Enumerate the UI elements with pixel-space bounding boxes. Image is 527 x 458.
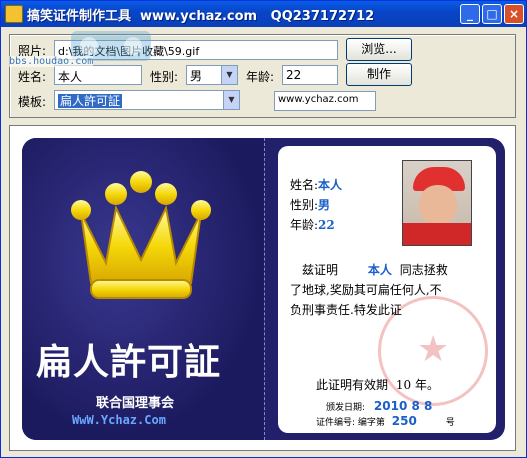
card-name-row: 姓名:本人 — [290, 176, 342, 193]
card-left-panel: 扁人許可証 联合国理事会 WwW.Ychaz.Com — [22, 138, 264, 440]
card-age-value: 22 — [318, 218, 335, 232]
gender-label: 性别: — [150, 70, 179, 84]
watermark-url: bbs.houdao.com — [9, 56, 94, 67]
chevron-down-icon[interactable]: ▼ — [223, 91, 239, 109]
app-window: 搞笑证件制作工具 www.ychaz.com QQ237172712 _ □ ×… — [0, 0, 527, 458]
site-field[interactable]: www.ychaz.com — [274, 91, 376, 111]
make-button[interactable]: 制作 — [346, 63, 412, 86]
name-label: 姓名: — [18, 70, 47, 84]
cert-prefix: 兹证明 — [302, 263, 339, 277]
card-gender-label: 性别: — [290, 198, 319, 212]
template-select[interactable]: 扁人許可証 ▼ — [54, 90, 240, 110]
validity-prefix: 此证明有效期 — [316, 378, 389, 392]
app-icon — [5, 5, 23, 23]
number-suffix: 号 — [445, 418, 455, 428]
title-bar[interactable]: 搞笑证件制作工具 www.ychaz.com QQ237172712 _ □ × — [1, 1, 526, 27]
number-row: 证件编号: 编字第 250 号 — [316, 414, 455, 428]
card-url: WwW.Ychaz.Com — [72, 413, 166, 427]
card-photo — [402, 160, 472, 246]
card-name-value: 本人 — [318, 178, 343, 192]
card-preview: 扁人許可証 联合国理事会 WwW.Ychaz.Com 姓名:本人 性别:男 年龄… — [9, 125, 516, 451]
age-label: 年龄: — [246, 70, 275, 84]
cert-line-2: 了地球,奖励其可扁任何人,不 — [290, 283, 442, 297]
number-label: 证件编号: 编字第 — [316, 418, 385, 428]
cert-line-1: 兹证明 本人 同志拯救 — [290, 260, 490, 280]
chevron-down-icon[interactable]: ▼ — [221, 66, 237, 84]
cert-text-1: 同志拯救 — [399, 263, 448, 277]
card-gender-value: 男 — [318, 198, 331, 212]
certificate-text: 兹证明 本人 同志拯救 了地球,奖励其可扁任何人,不 负刑事责任.特发此证 — [290, 260, 490, 320]
template-value: 扁人許可証 — [58, 94, 123, 108]
card-organization: 联合国理事会 — [96, 396, 175, 411]
issue-date-label: 颁发日期: — [326, 403, 366, 413]
cert-name: 本人 — [367, 263, 392, 277]
cert-line-3: 负刑事责任.特发此证 — [290, 303, 402, 317]
close-button[interactable]: × — [504, 4, 524, 24]
photo-face — [419, 185, 457, 225]
validity-years: 10 — [395, 378, 412, 392]
age-field[interactable]: 22 — [282, 65, 338, 85]
card-title: 扁人許可証 — [36, 341, 222, 383]
window-title: 搞笑证件制作工具 www.ychaz.com QQ237172712 — [27, 9, 375, 24]
validity-line: 此证明有效期 10 年。 — [316, 376, 439, 393]
card-age-label: 年龄: — [290, 218, 319, 232]
name-field[interactable]: 本人 — [54, 65, 142, 85]
issue-date-row: 颁发日期: 2010 8 8 — [326, 399, 432, 413]
card-name-label: 姓名: — [290, 178, 319, 192]
maximize-button[interactable]: □ — [482, 4, 502, 24]
crown-icon — [71, 171, 211, 299]
permit-card: 扁人許可証 联合国理事会 WwW.Ychaz.Com 姓名:本人 性别:男 年龄… — [22, 138, 505, 440]
card-divider — [264, 138, 265, 440]
gender-select[interactable]: 男 ▼ — [186, 65, 238, 85]
card-age-row: 年龄:22 — [290, 216, 335, 233]
gender-value: 男 — [190, 69, 203, 83]
number-value: 250 — [391, 414, 417, 428]
minimize-button[interactable]: _ — [460, 4, 480, 24]
photo-shirt — [403, 223, 471, 245]
issue-date-value: 2010 8 8 — [373, 399, 433, 413]
template-label: 模板: — [18, 95, 47, 109]
browse-button[interactable]: 浏览... — [346, 38, 412, 61]
seal-star-icon: ★ — [417, 329, 450, 370]
validity-suffix: 年。 — [414, 378, 439, 392]
card-gender-row: 性别:男 — [290, 196, 330, 213]
card-right-panel: 姓名:本人 性别:男 年龄:22 ★ 兹证明 本人 同志拯救 了地球,奖励其可扁… — [278, 146, 496, 433]
